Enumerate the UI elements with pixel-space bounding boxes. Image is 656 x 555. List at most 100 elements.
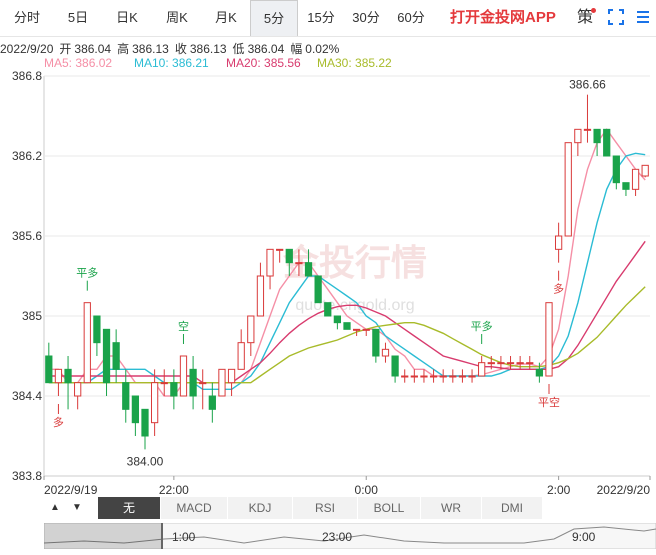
candle-body	[45, 355, 53, 384]
candle-body	[141, 408, 149, 437]
candle-body	[449, 375, 457, 378]
x-tick-label: 22:00	[159, 483, 189, 495]
signal-label: 平空	[538, 395, 560, 409]
candle	[372, 328, 380, 363]
ma5-legend: MA5: 386.02	[44, 56, 113, 70]
candle	[189, 356, 197, 410]
candle-body	[420, 375, 428, 378]
candle-body	[295, 262, 303, 265]
candle-body	[506, 362, 515, 365]
candle-body	[564, 142, 572, 237]
candle-body	[468, 375, 476, 378]
tab-60min[interactable]: 60分	[388, 0, 434, 36]
tab-weekly-k[interactable]: 周K	[152, 0, 202, 36]
tab-5day[interactable]: 5日	[54, 0, 102, 36]
tab-30min[interactable]: 30分	[344, 0, 388, 36]
tab-monthly-k[interactable]: 月K	[202, 0, 250, 36]
indicator-wr[interactable]: WR	[421, 497, 482, 519]
candle	[314, 275, 322, 304]
candle	[64, 356, 72, 410]
tab-5min[interactable]: 5分	[250, 0, 298, 36]
candle-body	[631, 168, 640, 190]
high-annotation: 386.66	[569, 78, 606, 92]
ohlc-info: 2022/9/20 开 386.04 高 386.13 收 386.13 低 386.04 幅 0.…	[0, 40, 345, 57]
nav-up-button[interactable]: ▲	[44, 497, 66, 519]
y-tick-label: 386.8	[12, 70, 42, 83]
strategy-button[interactable]: 策	[577, 0, 593, 36]
candle	[83, 302, 91, 384]
candle	[574, 128, 582, 156]
candle	[256, 262, 265, 317]
info-close: 386.13	[189, 42, 227, 56]
candle-body	[131, 395, 140, 424]
info-open: 386.04	[74, 42, 112, 56]
range-navigator[interactable]: 1:00 23:00 9:00	[44, 523, 656, 549]
tab-daily-k[interactable]: 日K	[102, 0, 152, 36]
candle-body	[574, 128, 582, 144]
info-close-label: 收	[174, 42, 187, 56]
candle-body	[333, 315, 342, 324]
candle-body	[401, 375, 409, 378]
candle-body	[516, 362, 524, 365]
candle	[141, 408, 149, 450]
x-tick-label: 0:00	[355, 483, 379, 495]
navigator-tick-3: 9:00	[572, 530, 596, 544]
candle	[641, 164, 649, 178]
candle	[468, 369, 476, 383]
info-amp-label: 幅	[290, 42, 303, 56]
indicator-rsi[interactable]: RSI	[293, 497, 358, 519]
candle-body	[237, 342, 245, 370]
indicator-none[interactable]: 无	[98, 497, 161, 519]
info-open-label: 开	[59, 42, 72, 56]
indicator-boll[interactable]: BOLL	[358, 497, 421, 519]
indicator-macd[interactable]: MACD	[161, 497, 228, 519]
candle-body	[247, 315, 255, 344]
candle-body	[478, 362, 486, 377]
candle-body	[170, 382, 178, 397]
candle	[439, 369, 447, 383]
candle-body	[545, 302, 553, 377]
candle	[593, 128, 601, 156]
info-high: 386.13	[132, 42, 169, 56]
ma10-legend: MA10: 386.21	[134, 56, 209, 70]
tab-15min[interactable]: 15分	[298, 0, 344, 36]
indicator-dmi[interactable]: DMI	[482, 497, 543, 519]
candle-body	[526, 362, 534, 365]
candle-body	[372, 328, 380, 357]
navigator-mask-left	[44, 523, 162, 549]
candle	[74, 382, 82, 410]
candle-body	[112, 342, 120, 370]
y-tick-label: 384.4	[12, 389, 42, 403]
candle-body	[285, 248, 293, 264]
candle-body	[324, 302, 332, 317]
candle-body	[160, 382, 168, 385]
candle-body	[593, 128, 601, 144]
candle-body	[304, 262, 313, 277]
y-tick-label: 385	[22, 309, 42, 323]
candle	[131, 395, 140, 436]
candle	[391, 355, 399, 383]
indicator-kdj[interactable]: KDJ	[228, 497, 293, 519]
candle	[401, 369, 409, 383]
candle-body	[535, 368, 544, 377]
candle	[102, 328, 111, 396]
candle	[112, 329, 120, 383]
kline-chart[interactable]: 386.8 386.2 385.6 385 384.4 383.82022/9/19 22:…	[0, 70, 656, 495]
tab-fenshi[interactable]: 分时	[0, 0, 54, 36]
nav-down-button[interactable]: ▼	[66, 497, 88, 519]
candle-body	[622, 182, 630, 190]
candle	[45, 342, 53, 384]
candle-body	[343, 322, 351, 330]
ma20-legend: MA20: 385.56	[226, 56, 301, 70]
menu-icon[interactable]	[636, 10, 650, 24]
candle	[545, 302, 553, 377]
candle	[93, 315, 101, 356]
info-low: 386.04	[247, 42, 285, 56]
candle-body	[179, 355, 188, 397]
candle-body	[150, 382, 159, 424]
candle-body	[74, 382, 82, 397]
open-app-link[interactable]: 打开金投网APP	[450, 0, 556, 36]
candle	[237, 329, 245, 370]
candle-body	[218, 368, 226, 397]
fullscreen-icon[interactable]	[608, 9, 624, 25]
